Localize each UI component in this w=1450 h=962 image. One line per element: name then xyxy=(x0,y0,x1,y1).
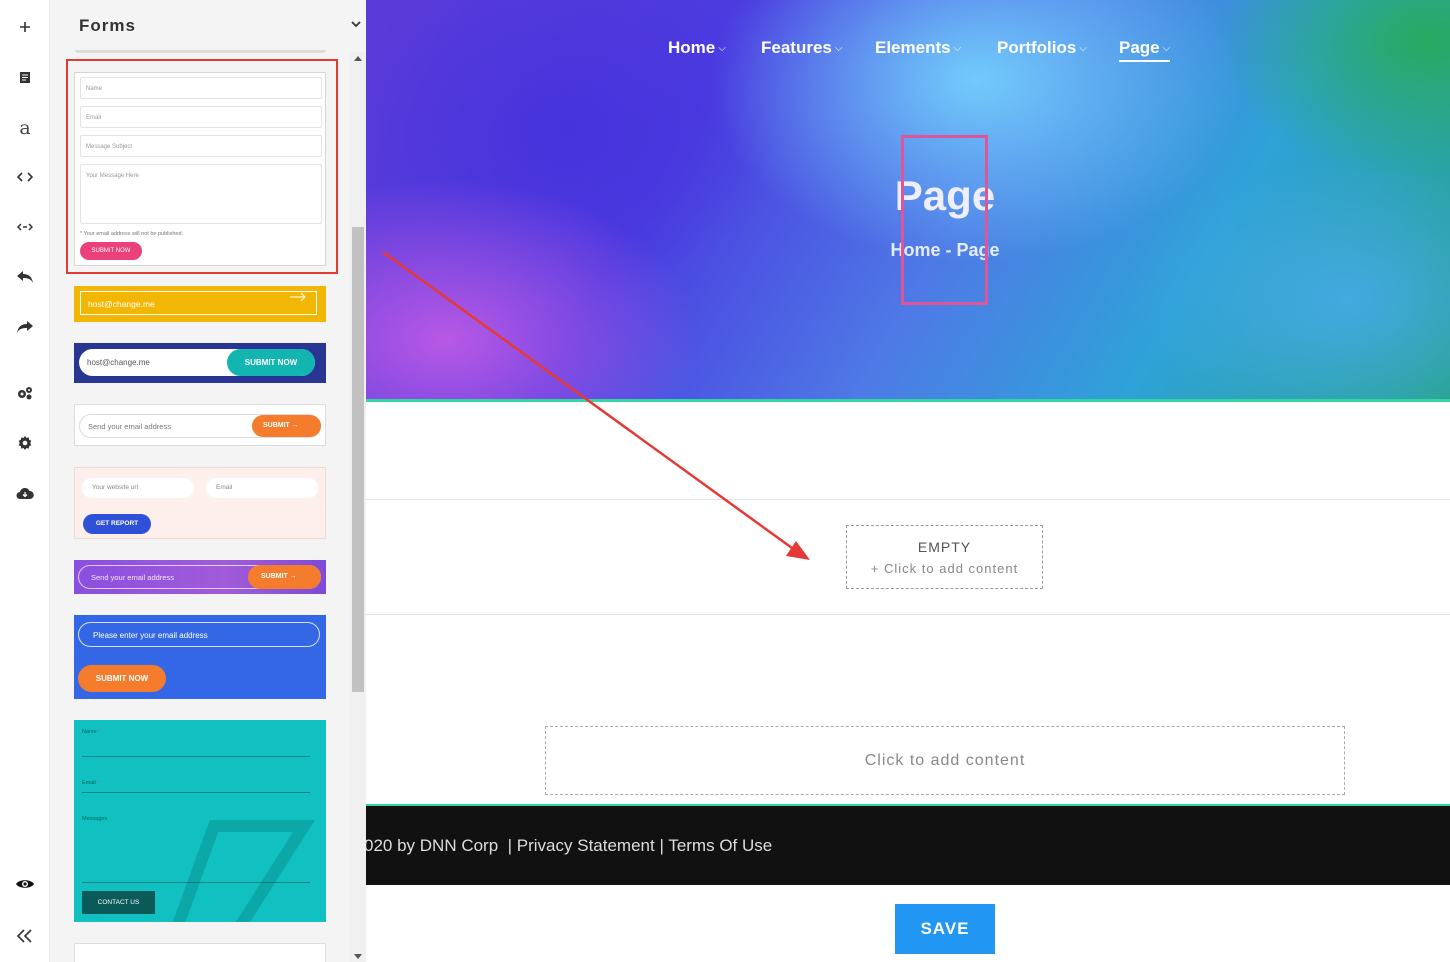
footer-separator: | xyxy=(507,836,513,855)
nav-label: Page xyxy=(1119,38,1160,57)
email-label: Email * xyxy=(82,780,99,786)
nav-item-elements[interactable]: Elements ⌵ xyxy=(875,38,961,58)
template-partial[interactable] xyxy=(74,943,326,962)
email-field: host@change.me xyxy=(80,291,317,315)
nav-item-page[interactable]: Page ⌵ xyxy=(1119,38,1171,62)
submit-button: SUBMIT → xyxy=(252,415,321,437)
required-mark: * xyxy=(98,729,101,735)
nav-item-home[interactable]: Home ⌵ xyxy=(668,38,726,58)
email-field: Email xyxy=(206,478,318,498)
empty-title: EMPTY xyxy=(917,539,972,555)
contact-us-button: CONTACT US xyxy=(82,891,155,914)
add-icon[interactable] xyxy=(0,9,50,45)
footer-separator: | xyxy=(659,836,664,855)
arrow-right-icon: → xyxy=(291,422,299,429)
chevron-down-icon: ⌵ xyxy=(953,43,962,54)
undo-icon[interactable] xyxy=(0,259,50,295)
nav-label: Portfolios xyxy=(997,38,1077,57)
name-label-text: Name xyxy=(82,729,97,735)
code-icon[interactable] xyxy=(0,159,50,195)
hero-border xyxy=(366,399,1450,402)
tool-rail: a xyxy=(0,0,50,962)
template-blue-subscribe[interactable]: Please enter your email address SUBMIT N… xyxy=(74,615,326,699)
template-yellow-subscribe[interactable]: host@change.me xyxy=(74,286,326,322)
template-list: Name Email Message Subject Your Message … xyxy=(50,52,350,962)
submit-now-button: SUBMIT NOW xyxy=(80,242,142,260)
nav-label: Elements xyxy=(875,38,951,57)
privacy-note: * Your email address will not be publish… xyxy=(80,231,184,237)
name-label: Name * xyxy=(82,729,100,735)
decorative-shape xyxy=(172,820,315,922)
chevron-down-icon[interactable] xyxy=(350,18,362,30)
copyright: 020 by DNN Corp xyxy=(366,836,499,855)
terms-link[interactable]: Terms Of Use xyxy=(668,836,772,855)
section-divider xyxy=(366,614,1450,615)
chevron-down-icon: ⌵ xyxy=(718,43,726,54)
footer-text: 020 by DNN Corp | Privacy Statement | Te… xyxy=(366,836,772,856)
message-field: Your Message Here xyxy=(80,164,322,224)
template-get-report[interactable]: Your website url Email GET REPORT xyxy=(74,467,326,539)
footer: 020 by DNN Corp | Privacy Statement | Te… xyxy=(366,806,1450,885)
messages-field-line xyxy=(82,882,310,883)
submit-now-button: SUBMIT NOW xyxy=(227,349,315,376)
email-label-text: Email xyxy=(82,780,96,786)
collapse-icon[interactable] xyxy=(0,918,50,954)
submit-now-button: SUBMIT NOW xyxy=(78,665,166,692)
required-mark: * xyxy=(97,780,100,786)
forms-panel: Forms Name Email Message Subject Your Me… xyxy=(50,0,366,962)
add-content-area[interactable]: Click to add content xyxy=(545,726,1345,795)
scroll-down-icon[interactable] xyxy=(354,954,362,959)
text-icon[interactable]: a xyxy=(0,110,50,146)
embed-icon[interactable] xyxy=(0,209,50,245)
template-purple-subscribe[interactable]: Send your email address SUBMIT → xyxy=(74,560,326,594)
arrow-right-icon xyxy=(290,292,306,302)
redo-icon[interactable] xyxy=(0,309,50,345)
template-contact-form[interactable]: Name Email Message Subject Your Message … xyxy=(74,72,326,266)
empty-placeholder[interactable]: EMPTY + Click to add content xyxy=(846,525,1043,589)
submit-button: SUBMIT → xyxy=(248,565,321,589)
submit-label: SUBMIT xyxy=(263,422,290,429)
chevron-down-icon: ⌵ xyxy=(834,43,843,54)
gears-icon[interactable] xyxy=(0,375,50,411)
element-selection-box xyxy=(901,135,988,305)
privacy-link[interactable]: Privacy Statement xyxy=(517,836,655,855)
panel-title: Forms xyxy=(79,16,136,35)
name-field-line xyxy=(82,756,310,757)
panel-header[interactable]: Forms xyxy=(50,0,366,53)
chevron-down-icon: ⌵ xyxy=(1079,43,1087,54)
scroll-thumb[interactable] xyxy=(352,227,364,692)
chevron-down-icon: ⌵ xyxy=(1162,43,1171,54)
template-navy-subscribe[interactable]: host@change.me SUBMIT NOW xyxy=(74,343,326,383)
nav-label: Home xyxy=(668,38,716,57)
section-divider xyxy=(366,499,1450,500)
nav-label: Features xyxy=(761,38,832,57)
panel-scrollbar[interactable] xyxy=(350,52,366,962)
email-field: Please enter your email address xyxy=(78,622,320,647)
scroll-up-icon[interactable] xyxy=(354,56,362,61)
messages-label: Messages xyxy=(82,816,108,822)
page-icon[interactable] xyxy=(0,59,50,95)
nav-item-portfolios[interactable]: Portfolios ⌵ xyxy=(997,38,1087,58)
get-report-button: GET REPORT xyxy=(83,514,151,534)
arrow-right-icon: → xyxy=(289,573,297,580)
cloud-download-icon[interactable] xyxy=(0,475,50,511)
add-content-link[interactable]: + Click to add content xyxy=(847,561,1042,576)
email-field: Email xyxy=(80,106,322,128)
website-url-field: Your website url xyxy=(82,478,194,498)
template-white-subscribe[interactable]: Send your email address SUBMIT → xyxy=(74,404,326,446)
page-canvas: Home ⌵ Features ⌵ Elements ⌵ Portfolios ⌵ Pa… xyxy=(366,0,1450,962)
nav-item-features[interactable]: Features ⌵ xyxy=(761,38,842,58)
name-field: Name xyxy=(80,77,322,99)
subject-field: Message Subject xyxy=(80,135,322,157)
email-field-line xyxy=(82,792,310,793)
submit-label: SUBMIT xyxy=(261,573,288,580)
preview-eye-icon[interactable] xyxy=(0,866,50,902)
settings-icon[interactable] xyxy=(0,425,50,461)
save-button[interactable]: SAVE xyxy=(895,904,995,954)
template-teal-contact[interactable]: Name * Email * Messages CONTACT US xyxy=(74,720,326,922)
